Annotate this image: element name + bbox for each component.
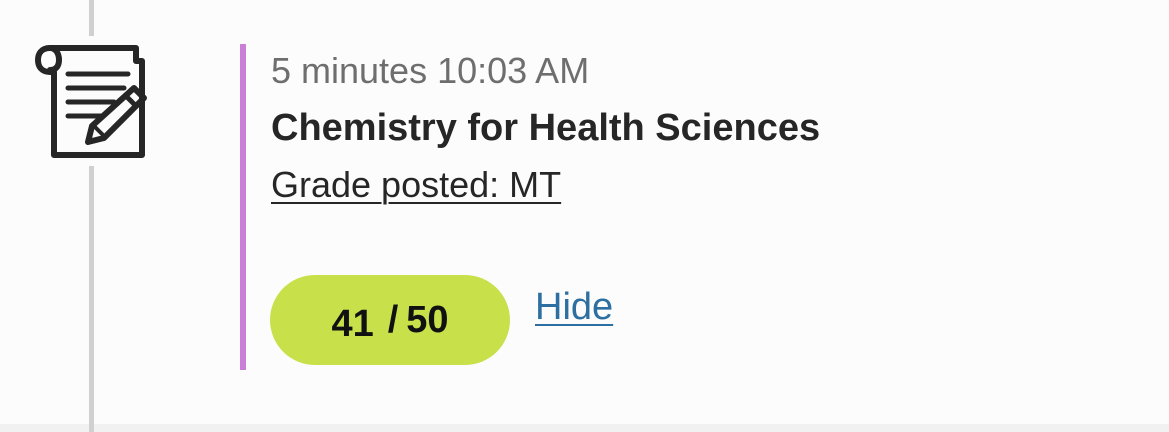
course-title: Chemistry for Health Sciences [271, 107, 821, 149]
grade-posted-link[interactable]: Grade posted: MT [271, 162, 561, 208]
score-earned: 41 [331, 302, 374, 345]
hide-grade-link[interactable]: Hide [535, 283, 613, 331]
card-divider [0, 424, 1169, 432]
document-pencil-icon [28, 36, 158, 166]
activity-accent-bar [240, 44, 246, 370]
score-badge[interactable]: 41 / 50 [270, 275, 510, 365]
score-separator: / [387, 298, 399, 341]
score-possible: 50 [406, 298, 449, 341]
activity-time: 5 minutes 10:03 AM [271, 50, 590, 91]
